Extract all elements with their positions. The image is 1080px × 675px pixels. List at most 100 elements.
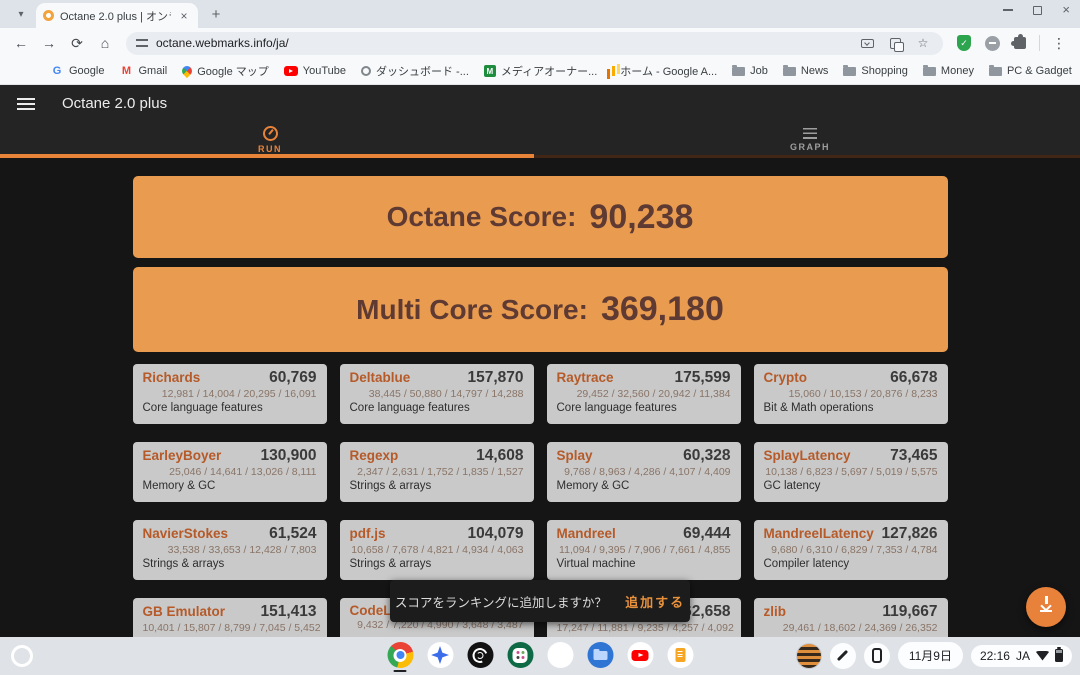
battery-icon	[1055, 649, 1063, 662]
tab-run[interactable]: RUN	[0, 122, 540, 158]
bookmark-folder[interactable]: Job	[732, 65, 768, 77]
site-settings-icon[interactable]	[136, 39, 148, 47]
bookmark-item[interactable]: YouTube	[284, 65, 346, 77]
download-icon	[1040, 603, 1052, 612]
date-pill[interactable]: 11月9日	[898, 642, 963, 669]
gmail-icon: M	[119, 64, 133, 78]
toast-add-button[interactable]: 追加する	[625, 592, 685, 611]
benchmark-subscores: 12,981 / 14,004 / 20,295 / 16,091	[143, 388, 317, 400]
multi-core-score-value: 369,180	[601, 290, 724, 329]
benchmark-name: EarleyBoyer	[143, 448, 222, 463]
benchmark-category: Core language features	[350, 402, 524, 414]
translate-icon[interactable]	[885, 38, 905, 49]
benchmark-subscores: 17,247 / 11,881 / 9,235 / 4,257 / 4,092	[557, 622, 731, 634]
bookmark-folder[interactable]: PC & Gadget	[989, 65, 1072, 77]
phone-hub-button[interactable]	[864, 643, 890, 669]
benchmark-score: 60,328	[683, 447, 730, 465]
bookmark-item[interactable]: Mメディアオーナー...	[484, 63, 597, 79]
benchmark-subscores: 9,680 / 6,310 / 6,829 / 7,353 / 4,784	[764, 544, 938, 556]
analytics-icon	[612, 66, 615, 76]
restore-button[interactable]	[1033, 6, 1042, 15]
benchmark-card: SplayLatency73,46510,138 / 6,823 / 5,697…	[754, 442, 948, 502]
bookmark-item[interactable]: MGmail	[119, 64, 167, 78]
pencil-icon	[837, 650, 848, 661]
benchmark-name: SplayLatency	[764, 448, 851, 463]
back-button[interactable]: ←	[8, 30, 34, 56]
bookmark-item[interactable]: ホーム - Google A...	[612, 63, 717, 79]
active-tab-indicator	[0, 154, 534, 158]
benchmark-name: MandreelLatency	[764, 526, 874, 541]
benchmark-subscores: 38,445 / 50,880 / 14,797 / 14,288	[350, 388, 524, 400]
launcher-button[interactable]	[11, 645, 33, 667]
graph-list-icon	[803, 128, 817, 139]
home-button[interactable]: ⌂	[92, 30, 118, 56]
bookmark-label: YouTube	[303, 65, 346, 77]
octane-score-label: Octane Score:	[387, 201, 577, 233]
folder-icon	[732, 67, 745, 76]
benchmark-subscores: 2,347 / 2,631 / 1,752 / 1,835 / 1,527	[350, 466, 524, 478]
benchmark-subscores: 29,461 / 18,602 / 24,369 / 26,352	[764, 622, 938, 634]
reload-button[interactable]: ⟳	[64, 30, 90, 56]
shelf-app-files[interactable]	[587, 642, 614, 672]
install-app-icon[interactable]	[857, 39, 877, 48]
bookmark-item[interactable]: GGoogle	[50, 64, 104, 78]
files-icon	[587, 642, 613, 668]
wifi-icon	[1036, 651, 1049, 661]
shelf-app-docs[interactable]	[667, 642, 694, 672]
run-gauge-icon	[263, 126, 278, 141]
page-content: Octane 2.0 plus RUN GRAPH Octane Score: …	[0, 85, 1080, 637]
benchmark-subscores: 10,658 / 7,678 / 4,821 / 4,934 / 4,063	[350, 544, 524, 556]
benchmark-score: 119,667	[882, 603, 937, 621]
bookmark-star-icon[interactable]: ☆	[913, 36, 933, 50]
bookmark-folder[interactable]: Shopping	[843, 65, 908, 77]
tab-close-icon[interactable]: ×	[177, 9, 191, 23]
benchmark-name: zlib	[764, 604, 787, 619]
benchmark-card: Mandreel69,44411,094 / 9,395 / 7,906 / 7…	[547, 520, 741, 580]
benchmark-category: Memory & GC	[143, 480, 317, 492]
benchmark-name: Mandreel	[557, 526, 616, 541]
benchmark-score: 62,658	[683, 603, 730, 621]
extension-icon[interactable]	[979, 30, 1005, 56]
tab-graph[interactable]: GRAPH	[540, 122, 1080, 158]
youtube-icon	[284, 66, 298, 76]
bookmark-item[interactable]: ダッシュボード -...	[361, 63, 469, 79]
benchmark-name: pdf.js	[350, 526, 386, 541]
benchmark-score: 73,465	[890, 447, 937, 465]
tab-search-button[interactable]: ▾	[8, 3, 34, 25]
forward-button[interactable]: →	[36, 30, 62, 56]
bookmark-folder[interactable]: Money	[923, 65, 974, 77]
bookmark-folder-label: News	[801, 65, 829, 77]
benchmark-card: pdf.js104,07910,658 / 7,678 / 4,821 / 4,…	[340, 520, 534, 580]
bookmark-folder[interactable]: News	[783, 65, 829, 77]
shelf-app-youtube[interactable]	[627, 642, 654, 672]
shelf-app-spiral[interactable]	[467, 642, 494, 672]
benchmark-category: Core language features	[143, 402, 317, 414]
benchmark-score: 130,900	[260, 447, 316, 465]
shelf-app-chrome[interactable]	[387, 642, 414, 672]
download-fab[interactable]	[1026, 587, 1066, 627]
benchmark-card: zlib 119,66729,461 / 18,602 / 24,369 / 26…	[754, 598, 948, 637]
close-button[interactable]: ×	[1062, 5, 1070, 15]
benchmark-card: Deltablue157,87038,445 / 50,880 / 14,797…	[340, 364, 534, 424]
extensions-puzzle-icon[interactable]	[1007, 30, 1033, 56]
browser-menu-icon[interactable]: ⋮	[1046, 30, 1072, 56]
benchmark-subscores: 9,768 / 8,963 / 4,286 / 4,107 / 4,409	[557, 466, 731, 478]
address-bar[interactable]: octane.webmarks.info/ja/ ☆	[126, 32, 943, 55]
toolbar-divider	[1039, 35, 1040, 51]
shelf-app-gmail[interactable]	[547, 642, 574, 672]
shelf-app-green[interactable]	[507, 642, 534, 672]
benchmark-name: CodeL	[350, 603, 392, 618]
url-text[interactable]: octane.webmarks.info/ja/	[156, 36, 849, 50]
stylus-tools-button[interactable]	[830, 643, 856, 669]
avatar[interactable]	[796, 643, 822, 669]
phone-icon	[872, 648, 882, 663]
adblock-extension-icon[interactable]: ✓	[951, 30, 977, 56]
new-tab-button[interactable]: +	[204, 2, 228, 26]
minimize-button[interactable]	[1003, 9, 1013, 11]
menu-icon[interactable]	[17, 98, 35, 110]
octane-tabs: RUN GRAPH	[0, 122, 1080, 158]
bookmark-item[interactable]: Google マップ	[182, 63, 269, 79]
system-tray[interactable]: 22:16 JA	[971, 645, 1072, 667]
shelf-app-gemini[interactable]	[427, 642, 454, 672]
browser-tab-active[interactable]: Octane 2.0 plus | オンライン ×	[36, 3, 198, 28]
